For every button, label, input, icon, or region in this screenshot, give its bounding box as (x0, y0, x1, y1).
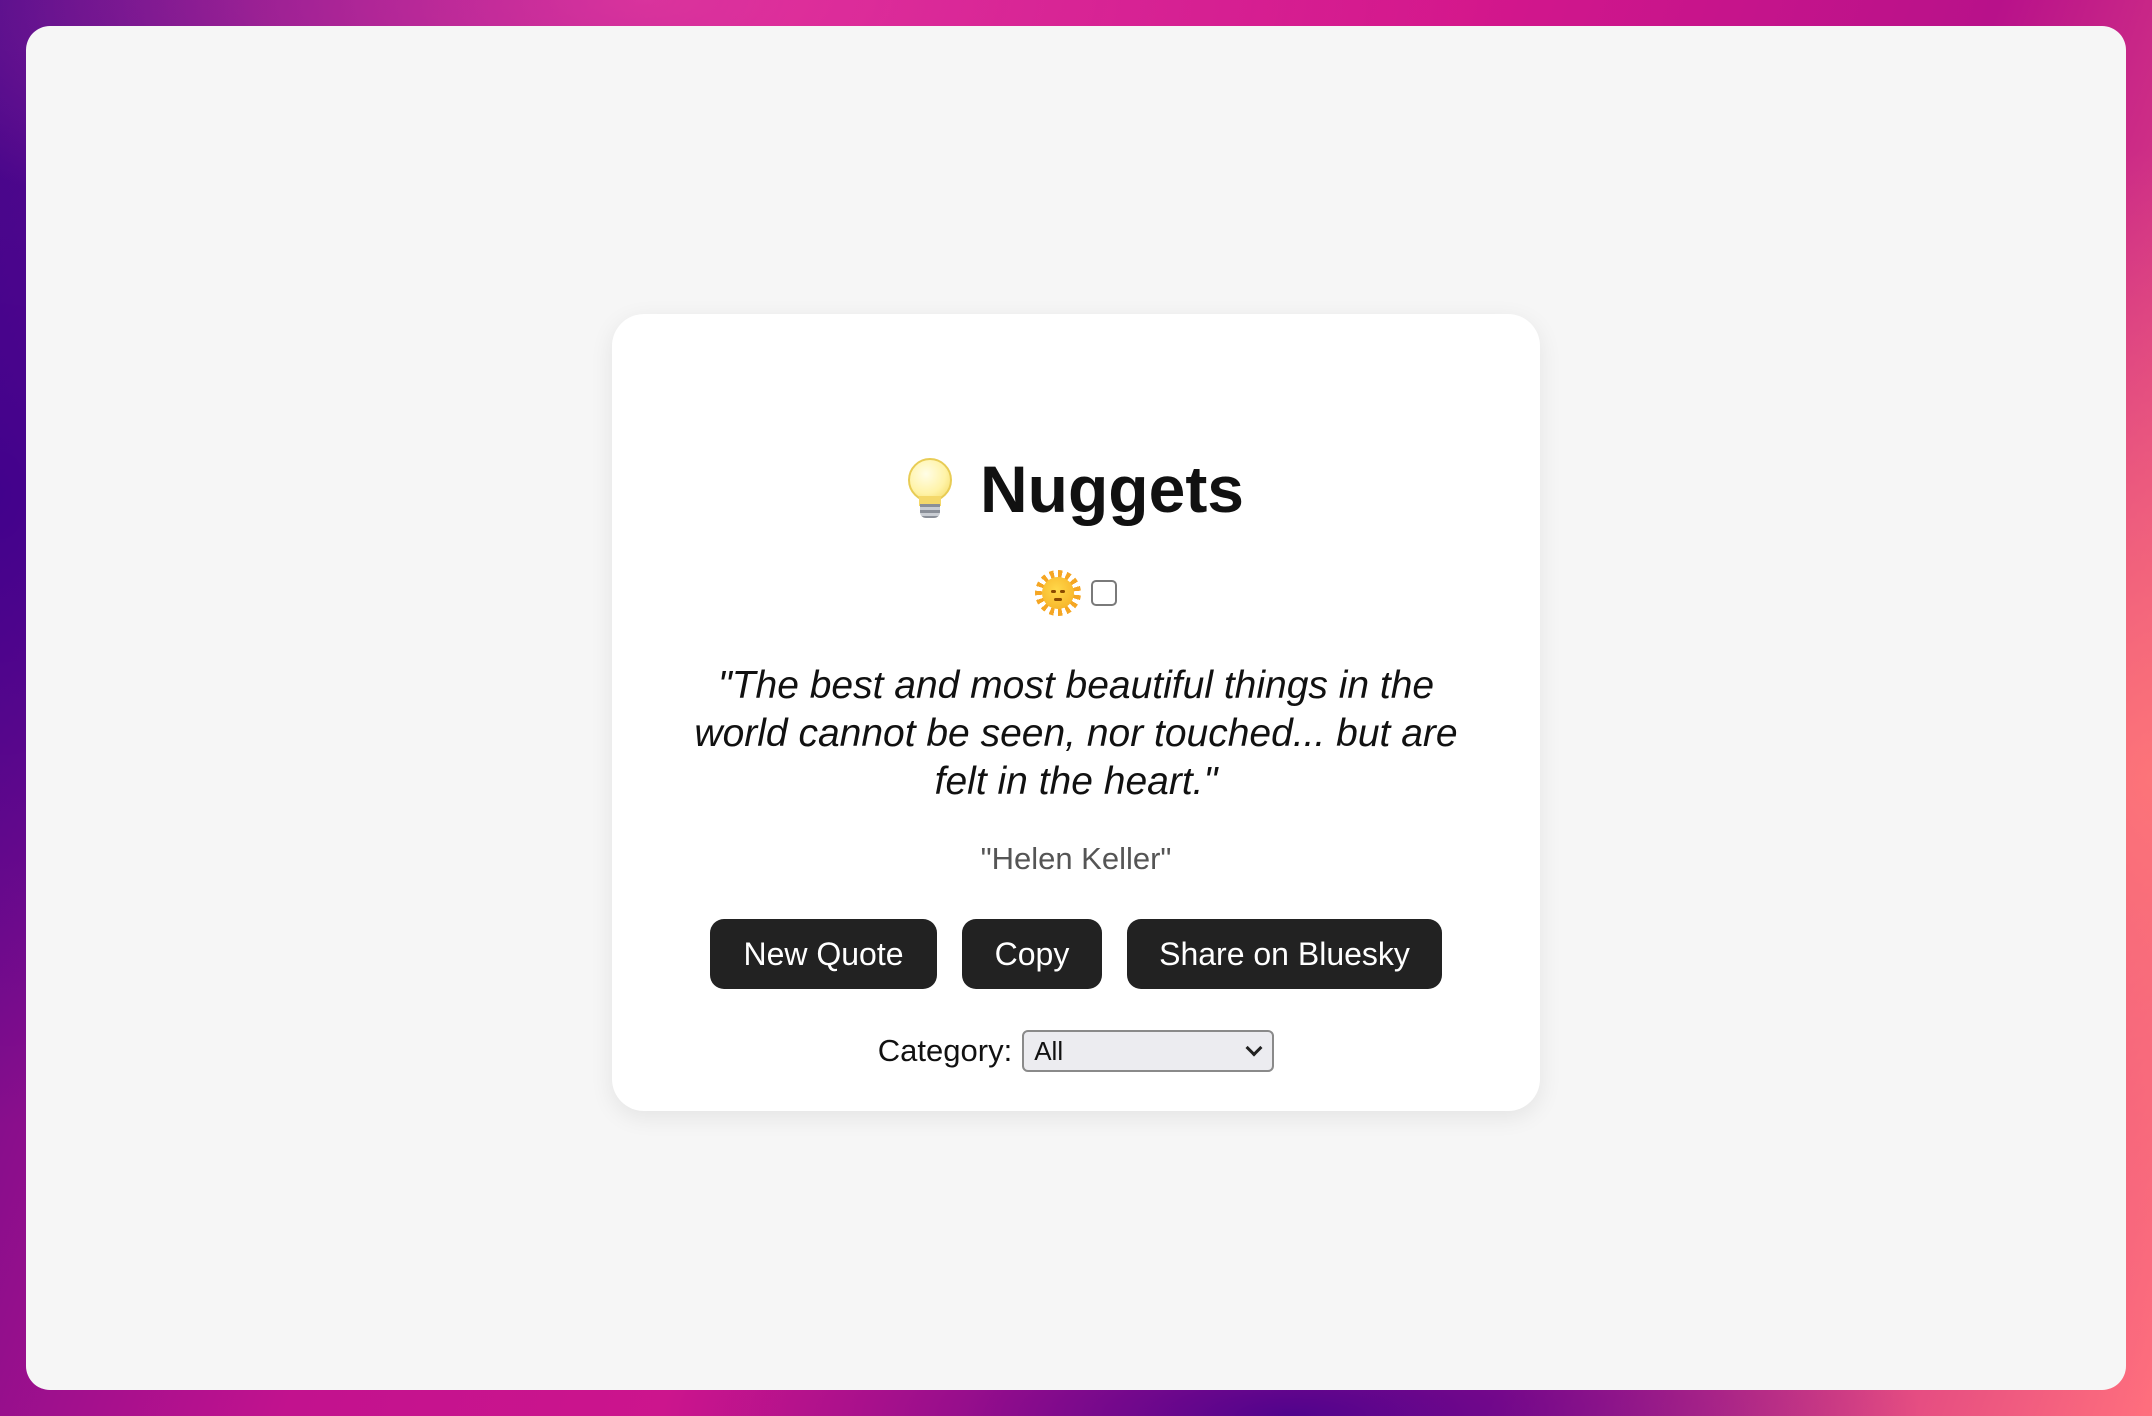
quote-card: Nuggets "The best and most beautiful thi… (612, 314, 1540, 1111)
quote-author: "Helen Keller" (980, 841, 1172, 876)
sun-icon (1035, 570, 1081, 616)
copy-button[interactable]: Copy (962, 919, 1102, 989)
category-select[interactable]: All (1022, 1030, 1275, 1072)
browser-window: Nuggets "The best and most beautiful thi… (26, 26, 2126, 1390)
app-title-text: Nuggets (980, 452, 1244, 526)
theme-switcher (612, 568, 1540, 618)
category-label: Category: (877, 1033, 1013, 1068)
dark-mode-checkbox[interactable] (1091, 580, 1117, 606)
category-selected-value: All (1034, 1036, 1064, 1066)
action-buttons: New Quote Copy Share on Bluesky (612, 919, 1540, 989)
quote-text: "The best and most beautiful things in t… (694, 664, 1458, 803)
lightbulb-icon (908, 458, 952, 520)
app-title: Nuggets (612, 449, 1540, 529)
category-filter: Category: All (612, 1029, 1540, 1073)
chevron-down-icon (1245, 1039, 1263, 1057)
new-quote-button[interactable]: New Quote (710, 919, 937, 989)
share-bluesky-button[interactable]: Share on Bluesky (1127, 919, 1442, 989)
